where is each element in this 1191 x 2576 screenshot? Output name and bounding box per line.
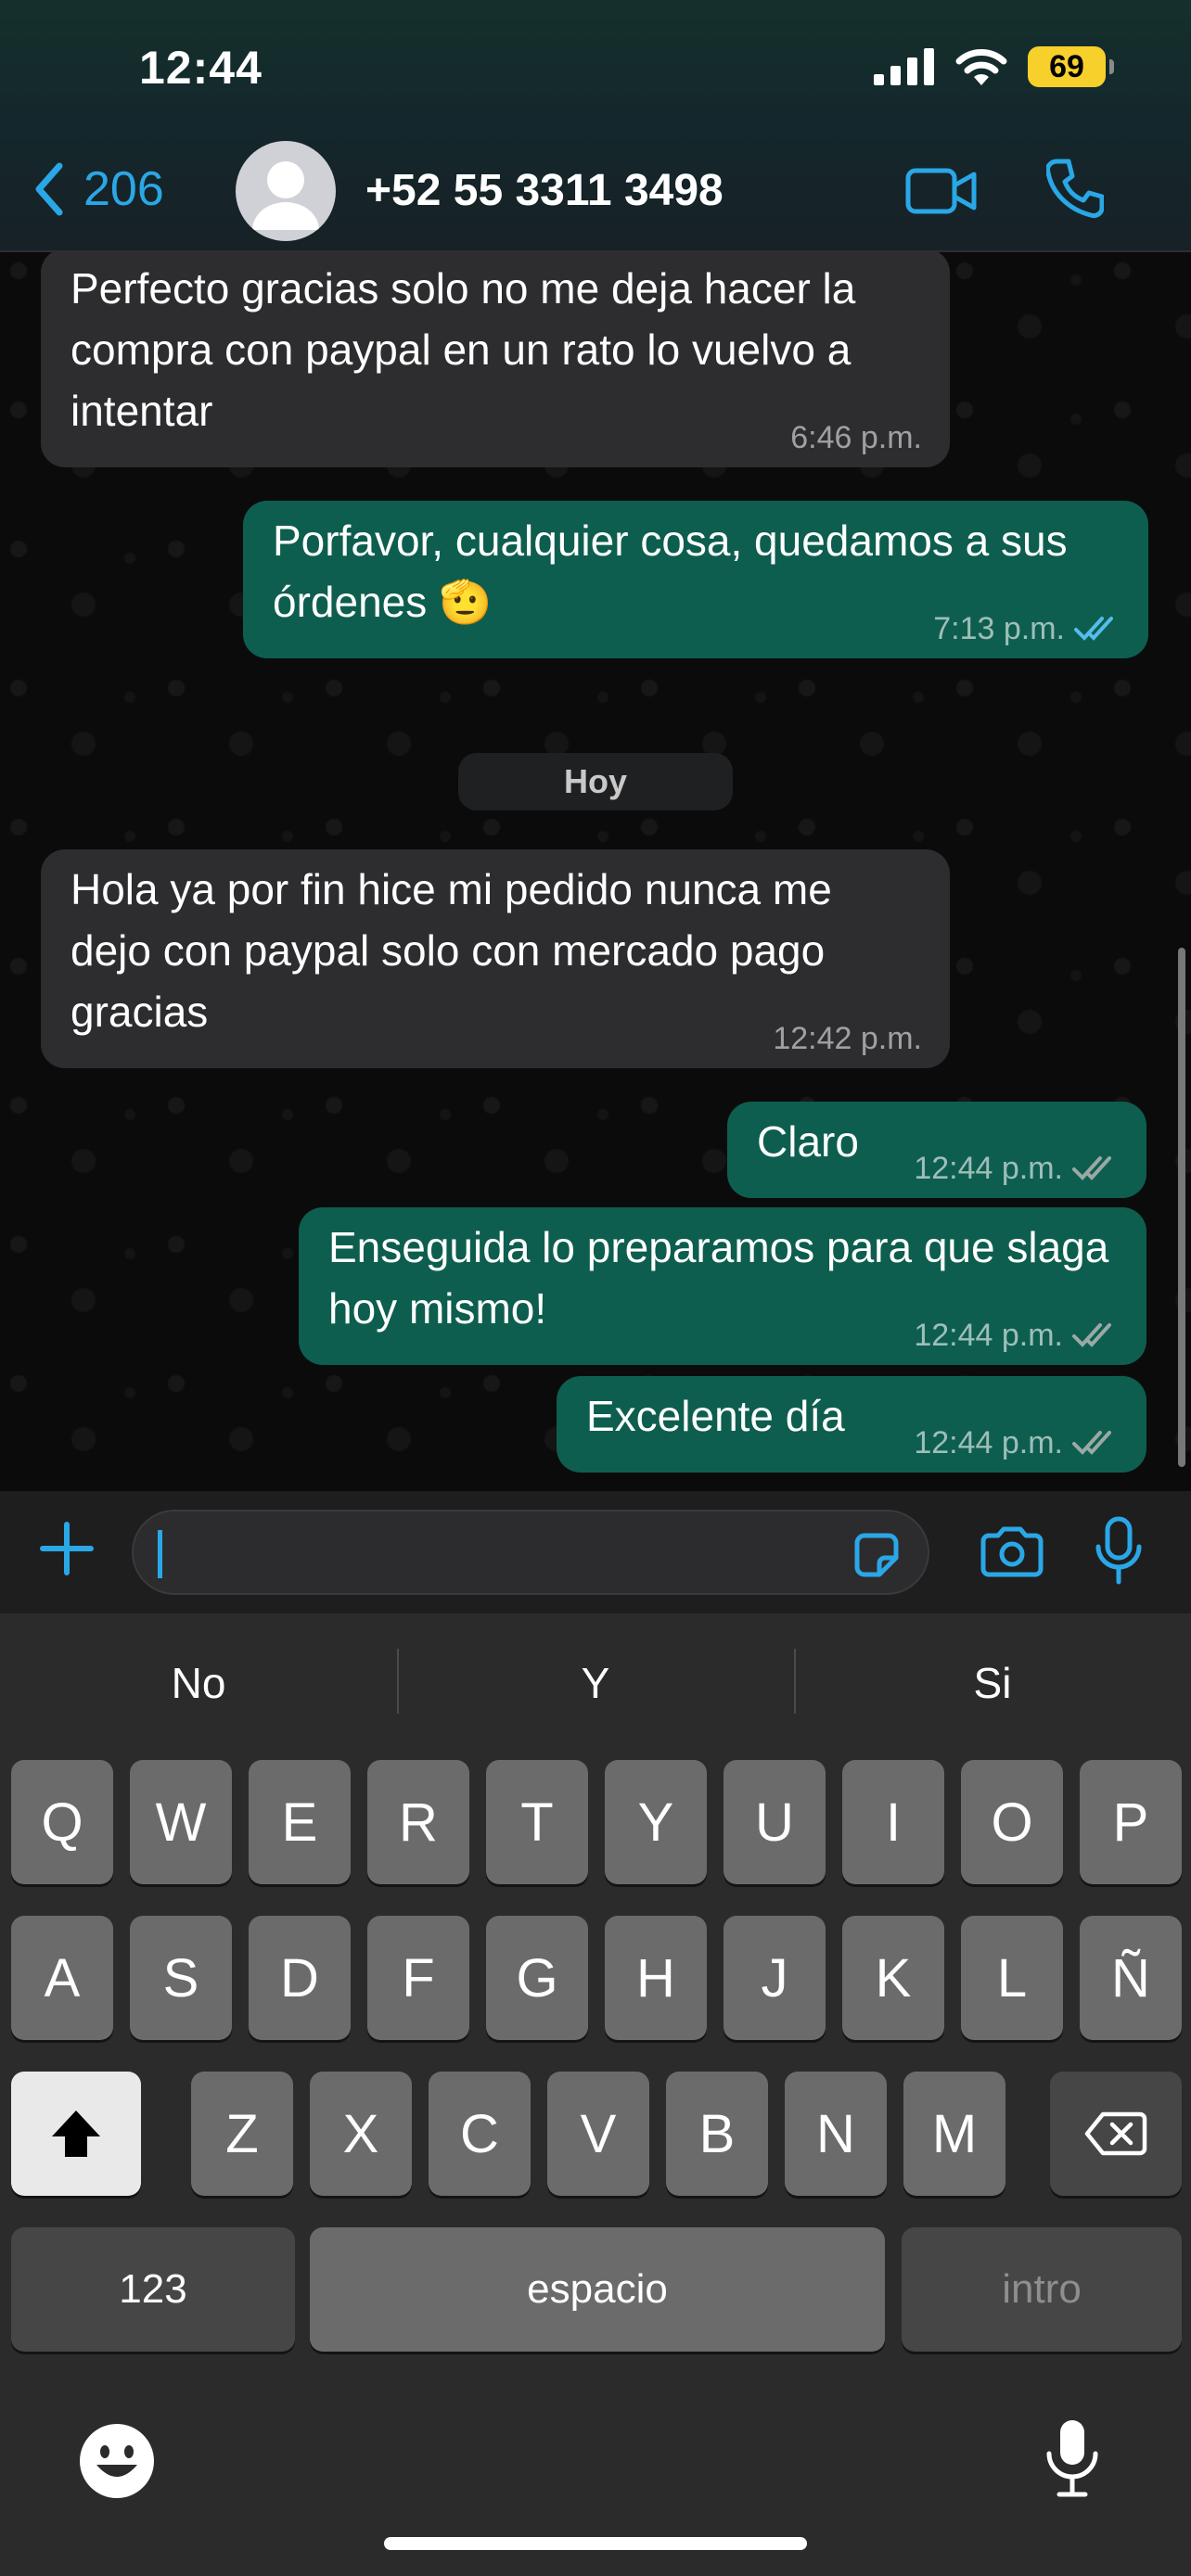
status-time: 12:44	[139, 42, 263, 94]
sticker-icon[interactable]	[852, 1530, 902, 1580]
double-check-delivered-icon	[1072, 1323, 1111, 1347]
key[interactable]: A	[11, 1916, 113, 2040]
message-time: 6:46 p.m.	[790, 420, 922, 455]
backspace-key[interactable]	[1050, 2072, 1182, 2196]
shift-key[interactable]	[11, 2072, 141, 2196]
shift-arrow-icon	[52, 2111, 100, 2157]
message-time: 12:44 p.m.	[914, 1151, 1063, 1186]
double-check-read-icon	[1074, 617, 1113, 641]
message-text: Hola ya por fin hice mi pedido nunca me …	[70, 865, 832, 1036]
keyboard: No Y Si Q W E R T Y U I O P A S D F G H …	[0, 1613, 1191, 2576]
message-text: Excelente día	[586, 1392, 845, 1440]
key[interactable]: X	[310, 2072, 412, 2196]
key[interactable]: R	[367, 1760, 469, 1884]
suggestion-item[interactable]: No	[0, 1658, 397, 1708]
double-check-delivered-icon	[1072, 1156, 1111, 1180]
camera-icon[interactable]	[980, 1526, 1044, 1578]
double-check-delivered-icon	[1072, 1431, 1111, 1455]
key[interactable]: N	[785, 2072, 887, 2196]
emoji-icon[interactable]	[78, 2422, 156, 2500]
predictive-bar: No Y Si	[0, 1613, 1191, 1753]
message-composer	[0, 1491, 1191, 1613]
battery-indicator: 69	[1028, 46, 1114, 87]
home-indicator[interactable]	[384, 2537, 807, 2550]
key[interactable]: J	[724, 1916, 826, 2040]
suggestion-item[interactable]: Y	[397, 1649, 794, 1714]
message-time: 12:44 p.m.	[914, 1425, 1063, 1460]
message-incoming[interactable]: Hola ya por fin hice mi pedido nunca me …	[41, 849, 950, 1068]
numbers-key[interactable]: 123	[11, 2227, 295, 2352]
day-divider: Hoy	[458, 753, 733, 810]
key[interactable]: E	[249, 1760, 351, 1884]
backspace-icon	[1084, 2111, 1147, 2156]
message-incoming[interactable]: Perfecto gracias solo no me deja hacer l…	[41, 252, 950, 467]
key[interactable]: G	[486, 1916, 588, 2040]
key[interactable]: B	[666, 2072, 768, 2196]
plus-icon[interactable]	[37, 1519, 96, 1578]
key[interactable]: T	[486, 1760, 588, 1884]
status-icons: 69	[874, 46, 1114, 87]
message-outgoing[interactable]: Excelente día 12:44 p.m.	[557, 1376, 1146, 1473]
contact-name[interactable]: +52 55 3311 3498	[365, 165, 724, 216]
key[interactable]: P	[1080, 1760, 1182, 1884]
chat-scrollbar[interactable]	[1178, 948, 1185, 1467]
wifi-icon	[955, 49, 1007, 85]
back-button[interactable]: 206	[33, 161, 164, 217]
key[interactable]: Y	[605, 1760, 707, 1884]
chat-area[interactable]: Perfecto gracias solo no me deja hacer l…	[0, 252, 1191, 1491]
unread-count: 206	[83, 162, 164, 216]
key[interactable]: O	[961, 1760, 1063, 1884]
message-text: Claro	[757, 1117, 859, 1166]
key[interactable]: L	[961, 1916, 1063, 2040]
message-time: 12:44 p.m.	[914, 1318, 1063, 1353]
message-outgoing[interactable]: Porfavor, cualquier cosa, quedamos a sus…	[243, 501, 1148, 658]
message-text: Perfecto gracias solo no me deja hacer l…	[70, 264, 856, 435]
message-outgoing[interactable]: Enseguida lo preparamos para que slaga h…	[299, 1207, 1146, 1365]
message-time: 7:13 p.m.	[933, 611, 1065, 646]
key[interactable]: S	[130, 1916, 232, 2040]
message-input[interactable]	[132, 1510, 929, 1595]
dictation-mic-icon[interactable]	[1044, 2417, 1100, 2500]
return-key[interactable]: intro	[902, 2227, 1182, 2352]
microphone-icon[interactable]	[1095, 1515, 1143, 1589]
key[interactable]: V	[547, 2072, 649, 2196]
text-cursor	[158, 1530, 162, 1578]
key[interactable]: K	[842, 1916, 944, 2040]
key[interactable]: U	[724, 1760, 826, 1884]
video-call-icon[interactable]	[905, 165, 978, 217]
key[interactable]: Ñ	[1080, 1916, 1182, 2040]
key[interactable]: W	[130, 1760, 232, 1884]
space-key[interactable]: espacio	[310, 2227, 885, 2352]
key[interactable]: Q	[11, 1760, 113, 1884]
voice-call-icon[interactable]	[1046, 158, 1104, 219]
key[interactable]: H	[605, 1916, 707, 2040]
cellular-signal-icon	[874, 48, 934, 85]
chevron-left-icon	[35, 162, 63, 216]
top-bar: 12:44 69 206 +52 55 3311 3498	[0, 0, 1191, 252]
suggestion-item[interactable]: Si	[794, 1649, 1191, 1714]
contact-avatar[interactable]	[236, 141, 336, 241]
key[interactable]: M	[903, 2072, 1005, 2196]
default-avatar-icon	[252, 161, 319, 230]
message-time: 12:42 p.m.	[773, 1021, 922, 1056]
key[interactable]: I	[842, 1760, 944, 1884]
key[interactable]: F	[367, 1916, 469, 2040]
key[interactable]: C	[429, 2072, 531, 2196]
message-outgoing[interactable]: Claro 12:44 p.m.	[727, 1102, 1146, 1198]
key[interactable]: Z	[191, 2072, 293, 2196]
key[interactable]: D	[249, 1916, 351, 2040]
